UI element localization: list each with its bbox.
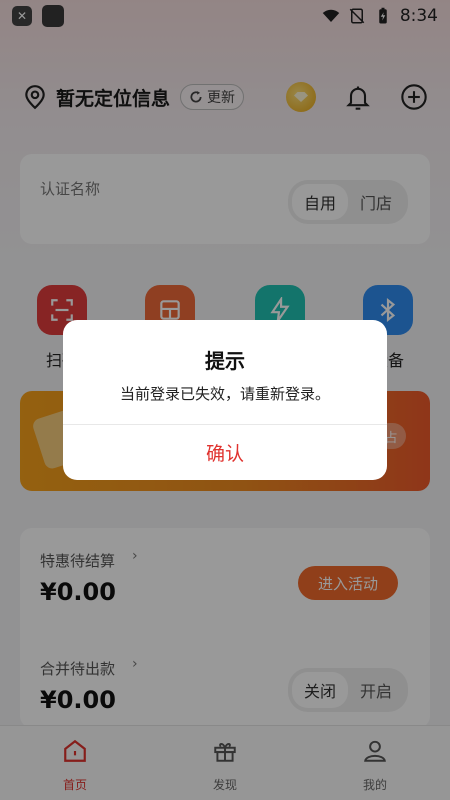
confirm-button[interactable]: 确认	[63, 425, 387, 480]
session-expired-dialog: 提示 当前登录已失效，请重新登录。 确认	[63, 320, 387, 480]
dialog-title: 提示	[205, 349, 245, 373]
dialog-message: 当前登录已失效，请重新登录。	[119, 385, 330, 403]
